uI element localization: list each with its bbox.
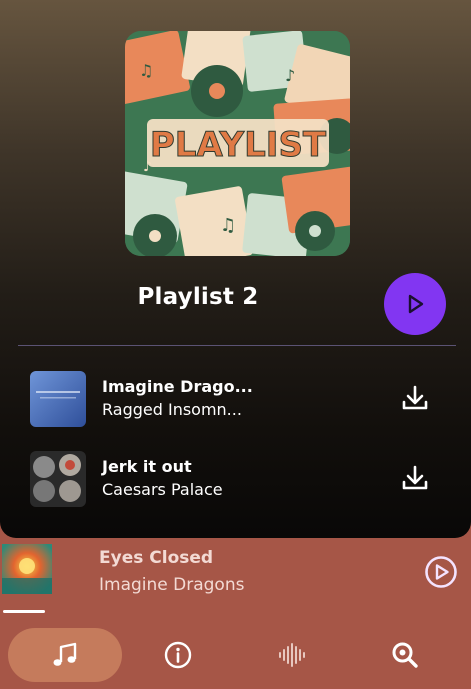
play-playlist-button[interactable] [384, 273, 446, 335]
nav-waveform-button[interactable] [277, 640, 307, 670]
nav-search-button[interactable] [390, 640, 420, 670]
play-circle-icon [425, 556, 457, 588]
search-icon [392, 642, 418, 668]
svg-text:♫: ♫ [139, 61, 153, 80]
svg-text:♪: ♪ [285, 66, 295, 85]
info-icon [164, 641, 192, 669]
track-artist: Ragged Insomn... [102, 400, 242, 419]
now-playing-artist: Imagine Dragons [99, 575, 245, 595]
download-icon [402, 465, 428, 490]
now-playing-title: Eyes Closed [99, 548, 214, 568]
track-title: Imagine Drago... [102, 377, 253, 396]
playlist-cover: ♪ ♫ ♫ ♪ PLAYLIST [125, 31, 350, 256]
track-artist: Caesars Palace [102, 480, 223, 499]
waveform-icon [279, 643, 305, 667]
track-title: Jerk it out [102, 457, 192, 476]
svg-text:♫: ♫ [220, 215, 236, 236]
download-button[interactable] [400, 463, 430, 493]
playlist-cover-art: ♪ ♫ ♫ ♪ PLAYLIST [125, 31, 350, 256]
music-note-icon [53, 642, 77, 666]
list-item[interactable]: Jerk it out Caesars Palace [30, 451, 450, 507]
cover-text: PLAYLIST [150, 125, 327, 165]
divider [18, 345, 456, 346]
mini-play-button[interactable] [424, 555, 458, 589]
nav-music-button[interactable] [50, 640, 80, 670]
download-button[interactable] [400, 383, 430, 413]
playlist-title: Playlist 2 [137, 284, 259, 310]
track-thumbnail [30, 371, 86, 427]
list-item[interactable]: Imagine Drago... Ragged Insomn... [30, 371, 450, 427]
nav-info-button[interactable] [163, 640, 193, 670]
track-thumbnail [30, 451, 86, 507]
play-icon [408, 294, 424, 314]
playlist-panel: ♪ ♫ ♫ ♪ PLAYLIST Playlist 2 Imagine Drag… [0, 0, 471, 538]
now-playing-art[interactable] [2, 544, 52, 594]
playback-progress[interactable] [3, 610, 45, 613]
download-icon [402, 385, 428, 410]
